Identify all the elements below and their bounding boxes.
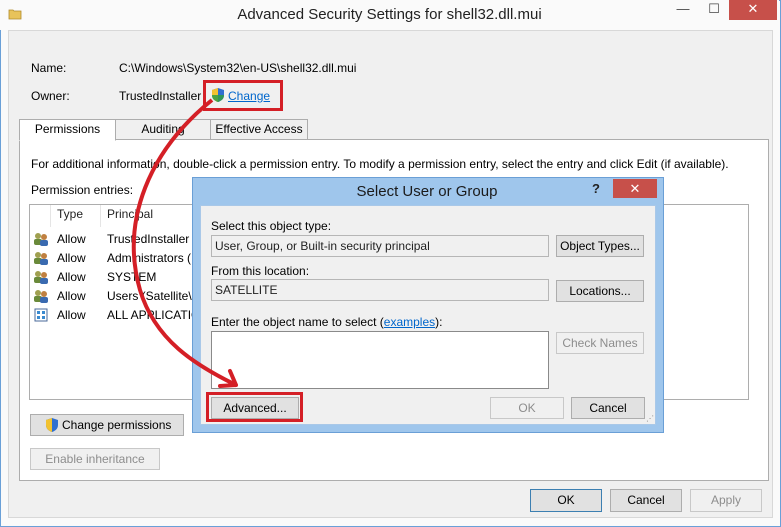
ok-button[interactable]: OK: [530, 489, 602, 512]
highlight-change-link: [203, 80, 283, 111]
change-permissions-label: Change permissions: [62, 418, 172, 432]
row-type: Allow: [57, 289, 86, 303]
help-button[interactable]: ?: [592, 181, 600, 196]
tab-permissions[interactable]: Permissions: [19, 119, 116, 141]
dialog-cancel-button[interactable]: Cancel: [571, 397, 645, 419]
close-button[interactable]: ✕: [729, 0, 777, 20]
table-row[interactable]: Allow Users (Satellite\U: [33, 288, 200, 307]
check-names-button[interactable]: Check Names: [556, 332, 644, 354]
instructions-text: For additional information, double-click…: [31, 157, 729, 171]
column-header-type[interactable]: Type: [57, 207, 83, 221]
row-type: Allow: [57, 232, 86, 246]
object-types-button[interactable]: Object Types...: [556, 235, 644, 257]
row-type: Allow: [57, 308, 86, 322]
cancel-button[interactable]: Cancel: [610, 489, 682, 512]
uac-shield-icon: [46, 418, 58, 432]
object-type-label: Select this object type:: [211, 219, 332, 233]
dialog-close-button[interactable]: ✕: [613, 179, 657, 198]
highlight-advanced-button: [206, 392, 303, 422]
window-title: Advanced Security Settings for shell32.d…: [237, 6, 542, 23]
row-principal: ALL APPLICATIO: [107, 308, 201, 322]
permission-entries-label: Permission entries:: [31, 183, 134, 197]
users-icon: [34, 290, 48, 303]
enable-inheritance-button[interactable]: Enable inheritance: [30, 448, 160, 470]
dialog-ok-button[interactable]: OK: [490, 397, 564, 419]
location-label: From this location:: [211, 264, 310, 278]
row-principal: Users (Satellite\U: [107, 289, 201, 303]
column-header-principal[interactable]: Principal: [107, 207, 153, 221]
locations-button[interactable]: Locations...: [556, 280, 644, 302]
name-label: Name:: [31, 61, 67, 75]
table-row[interactable]: Allow ALL APPLICATIO: [33, 307, 200, 326]
row-type: Allow: [57, 251, 86, 265]
change-permissions-button[interactable]: Change permissions: [30, 414, 184, 436]
app-package-icon: [34, 308, 48, 322]
apply-button[interactable]: Apply: [690, 489, 762, 512]
object-name-input[interactable]: [211, 331, 549, 389]
users-icon: [34, 233, 48, 246]
location-field: SATELLITE: [211, 279, 549, 301]
resize-grip-icon[interactable]: ⋰: [646, 414, 654, 423]
name-value: C:\Windows\System32\en-US\shell32.dll.mu…: [119, 61, 357, 75]
minimize-button[interactable]: —: [667, 0, 699, 20]
row-principal: TrustedInstaller: [107, 232, 190, 246]
owner-value: TrustedInstaller: [119, 89, 202, 103]
users-icon: [34, 271, 48, 284]
row-principal: Administrators (: [107, 251, 192, 265]
enter-name-suffix: ):: [435, 315, 443, 329]
tab-auditing[interactable]: Auditing: [115, 119, 211, 140]
object-type-field: User, Group, or Built-in security princi…: [211, 235, 549, 257]
examples-link[interactable]: examples: [384, 315, 435, 329]
row-principal: SYSTEM: [107, 270, 157, 284]
maximize-button[interactable]: ☐: [701, 0, 727, 20]
table-row[interactable]: Allow Administrators (: [33, 250, 193, 269]
owner-label: Owner:: [31, 89, 70, 103]
table-row[interactable]: Allow SYSTEM: [33, 269, 193, 288]
users-icon: [34, 252, 48, 265]
tab-effective-access[interactable]: Effective Access: [210, 119, 308, 140]
enter-name-prefix: Enter the object name to select (: [211, 315, 384, 329]
table-row[interactable]: Allow TrustedInstaller: [33, 231, 193, 250]
enter-name-label: Enter the object name to select (example…: [211, 315, 442, 329]
row-type: Allow: [57, 270, 86, 284]
